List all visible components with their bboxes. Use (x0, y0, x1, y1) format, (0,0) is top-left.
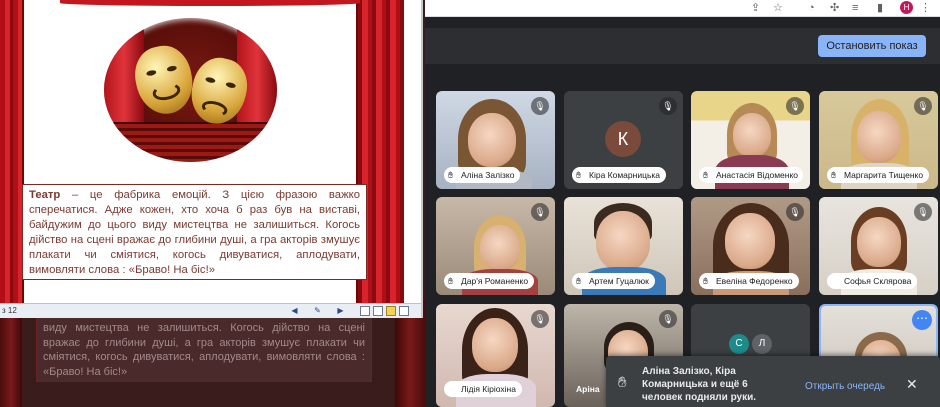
next-arrow-icon[interactable]: ▶ (335, 306, 346, 316)
mic-off-icon: 🎙︎ (531, 310, 549, 328)
slide-text-box: Театр – це фабрика емоцій. З цією фразою… (22, 184, 367, 280)
participant-tile[interactable]: 🎙︎ ✋︎ Маргарита Тищенко (819, 91, 938, 189)
slideshow-view-icon[interactable] (386, 306, 396, 316)
participant-tile[interactable]: 🎙︎ ✋︎ Аліна Залізко (436, 91, 555, 189)
participant-tile[interactable]: 🎙︎ Софья Склярова (819, 197, 938, 295)
participant-name: Лідія Кіріохіна (444, 381, 522, 397)
participant-name: ✋︎ Анастасія Відоменко (699, 167, 803, 183)
mic-off-icon: 🎙︎ (659, 97, 677, 115)
notification-message: Аліна Залізко, Кіра Комарницька и ещё 6 … (642, 366, 757, 403)
participant-tile[interactable]: 🎙︎ Лідія Кіріохіна (436, 304, 555, 407)
raised-hand-icon: ✋︎ (576, 170, 582, 180)
raised-hand-icon: ✋︎ (831, 170, 837, 180)
slide-text-body: – це фабрика емоцій. З цією фразою важко… (29, 189, 360, 276)
participant-name: ✋︎ Евеліна Федоренко (699, 273, 799, 289)
participant-tile[interactable]: 🎙︎ ✋︎ Евеліна Федоренко (691, 197, 810, 295)
slide-paragraph: Театр – це фабрика емоцій. З цією фразою… (29, 188, 360, 278)
kebab-menu-icon[interactable]: ⋮ (920, 1, 931, 15)
participant-tile[interactable]: 🎙︎ ✋︎ Анастасія Відоменко (691, 91, 810, 189)
extension-icon[interactable]: ◔ (808, 1, 815, 15)
browser-toolbar: ⇪ ☆ ◔ ✣ ≡ ▮ (425, 0, 940, 17)
mic-off-icon: 🎙︎ (914, 97, 932, 115)
participant-name: ✋︎ Аліна Залізко (444, 167, 521, 183)
stage-seats (104, 122, 277, 162)
stop-presenting-button[interactable]: Остановить показ (818, 35, 926, 57)
participant-tile[interactable]: К 🎙︎ ✋︎ Кіра Комарницька (564, 91, 683, 189)
menu-list-icon[interactable]: ≡ (852, 1, 858, 15)
participant-name: Аріна (576, 384, 600, 394)
mic-off-icon: 🎙︎ (659, 310, 677, 328)
slide-window[interactable]: Театр – це фабрика емоцій. З цією фразою… (0, 0, 423, 318)
more-options-icon[interactable]: ⋯ (912, 310, 932, 330)
participant-name: Софья Склярова (827, 273, 918, 289)
raised-hand-icon: ✋︎ (448, 170, 454, 180)
raised-hand-icon: ✋︎ (448, 276, 454, 286)
status-bar: з 12 ◀ ✎ ▶ (0, 303, 421, 318)
open-queue-link[interactable]: Открыть очередь (805, 381, 885, 392)
mic-off-icon: 🎙︎ (786, 97, 804, 115)
bookmark-star-icon[interactable]: ☆ (773, 1, 783, 15)
raised-hand-icon: ✋︎ (703, 170, 709, 180)
background-text-box: виду мистецтва не залишиться. Когось дій… (36, 312, 372, 382)
mic-off-icon: 🎙︎ (914, 203, 932, 221)
profile-avatar[interactable]: Н (900, 1, 913, 14)
raised-hand-icon: ✋︎ (618, 374, 627, 391)
raised-hand-icon: ✋︎ (576, 276, 582, 286)
theatre-masks-image (104, 18, 277, 162)
note-icon[interactable]: ✎ (312, 306, 323, 316)
participant-tile[interactable]: ✋︎ Артем Гуцалюк (564, 197, 683, 295)
participant-name: ✋︎ Артем Гуцалюк (572, 273, 655, 289)
slide-counter: з 12 (2, 306, 17, 315)
participant-avatar: К (605, 121, 641, 157)
mic-off-icon: 🎙︎ (786, 203, 804, 221)
participant-tile[interactable]: 🎙︎ ✋︎ Дар'я Романенко (436, 197, 555, 295)
participant-avatar: Л (752, 334, 772, 354)
raised-hands-notification: ✋︎ Аліна Залізко, Кіра Комарницька и ещё… (606, 356, 940, 407)
puzzle-icon[interactable]: ✣ (830, 1, 839, 15)
normal-view-icon[interactable] (360, 306, 370, 316)
sorter-view-icon[interactable] (373, 306, 383, 316)
mic-off-icon: 🎙︎ (531, 203, 549, 221)
participant-avatar: С (729, 334, 749, 354)
slide-text-bold: Театр (29, 189, 61, 201)
mic-off-icon: 🎙︎ (531, 97, 549, 115)
screen: виду мистецтва не залишиться. Когось дій… (0, 0, 940, 407)
background-text: виду мистецтва не залишиться. Когось дій… (43, 322, 365, 378)
participant-name: ✋︎ Кіра Комарницька (572, 167, 667, 183)
participant-name: ✋︎ Маргарита Тищенко (827, 167, 930, 183)
curtain-valance (60, 0, 360, 6)
sidebar-icon[interactable]: ▮ (877, 1, 883, 15)
close-icon[interactable]: ✕ (906, 376, 918, 393)
prev-arrow-icon[interactable]: ◀ (289, 306, 300, 316)
share-icon[interactable]: ⇪ (751, 1, 760, 15)
curtain-left (0, 0, 24, 303)
participant-name: ✋︎ Дар'я Романенко (444, 273, 535, 289)
reading-view-icon[interactable] (399, 306, 409, 316)
raised-hand-icon: ✋︎ (703, 276, 709, 286)
